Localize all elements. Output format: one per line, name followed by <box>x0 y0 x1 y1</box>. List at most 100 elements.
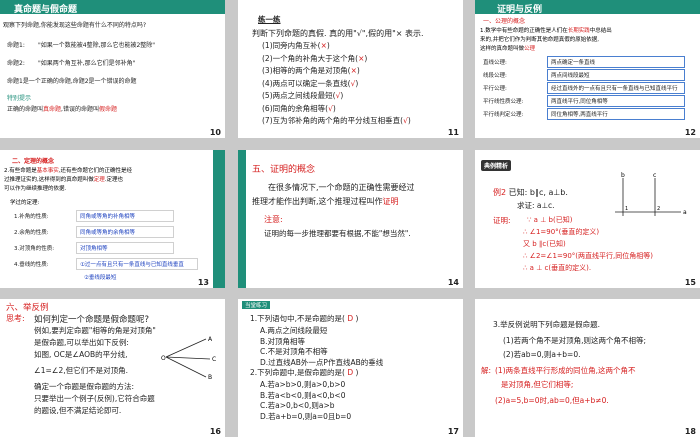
perpendicular-2: ②垂线段最短 <box>84 275 117 281</box>
slide-16[interactable]: 六、举反例 思考: 如何判定一个命题是假命题呢? 例如,要判定命题"相等的角是对… <box>0 299 225 437</box>
page-number: 16 <box>209 427 221 436</box>
question: 判断下列命题的真假. 真的用"√",假的用"× 表示. <box>252 29 424 38</box>
proof-label: 证明: <box>493 216 511 225</box>
axiom-name: 直线公理: <box>483 60 507 66</box>
practice-tag: 练一练 <box>258 15 281 24</box>
slide-15[interactable]: 典例精析 例2 已知: b∥c, a⊥b. 求证: a⊥c. 证明: ∵ a ⊥… <box>475 150 700 288</box>
answer-label: 解: <box>481 366 492 375</box>
option: D.若a+b=0,则a=0且b=0 <box>260 411 352 421</box>
definition-line-1: 1.数学中有些命题的正确性是人们在长期实践中总结出 <box>480 28 612 34</box>
text-line-5: ∠1=∠2,但它们不是对顶角. <box>34 366 129 375</box>
text-line-8: 的题设,但不满足结论即可. <box>34 406 122 415</box>
question-3-part-2: (2)若ab=0,则a+b=0. <box>503 350 581 359</box>
note-label: 注意: <box>264 215 283 224</box>
label-a: a <box>683 209 687 216</box>
theorem-name: 3.对顶角的性质: <box>14 246 55 252</box>
slide-11[interactable]: 练一练 判断下列命题的真假. 真的用"√",假的用"× 表示. (1)同旁内角互… <box>238 0 463 138</box>
judge-item: (4)两点可以确定一条直线(√) <box>262 78 359 88</box>
proof-step-2: ∴ ∠1=90°(垂直的定义) <box>523 228 600 236</box>
subtitle: 一、公理的概念 <box>483 18 526 25</box>
text-line-3: 是假命题,可以举出如下反例: <box>34 338 129 347</box>
proof-step-5: ∴ a ⊥ c(垂直的定义). <box>523 264 592 272</box>
judge-item: (3)相等的两个角是对顶角(×) <box>262 66 360 75</box>
proposition-2-label: 命题2: <box>7 60 25 67</box>
theorem-name: 2.余角的性质: <box>14 230 49 236</box>
slide-title: 六、举反例 <box>6 303 49 313</box>
theorem-name: 4.垂线的性质: <box>14 262 49 268</box>
think-label: 思考: <box>6 314 25 323</box>
option: B.对顶角相等 <box>260 336 306 346</box>
example-badge: 典例精析 <box>481 160 512 171</box>
answer-2: (2)a=5,b=0时,ab=0,但a+b≠0. <box>495 396 609 405</box>
slide-10[interactable]: 真命题与假命题 观察下列命题,你能发现这些命题有什么不同的特点吗? 命题1: "… <box>0 0 225 138</box>
proof-step-1: ∵ a ⊥ b(已知) <box>527 216 573 224</box>
answer-1: (1)两条直线平行形成的同位角,这两个角不 <box>495 366 636 375</box>
proposition-1-label: 命题1: <box>7 42 25 49</box>
page-number: 17 <box>447 427 459 436</box>
note-text: 证明的每一步推理都要有根据,不能"想当然". <box>264 229 411 238</box>
theorem-text: 对顶角相等 <box>80 246 108 252</box>
question-1: 1.下列语句中,不是命题的是( D ) <box>250 314 359 323</box>
judge-item: (6)同角的余角相等(√) <box>262 103 336 113</box>
page-number: 18 <box>684 427 696 436</box>
judge-item: (2)一个角的补角大于这个角(×) <box>262 53 368 63</box>
example-title: 例2 已知: b∥c, a⊥b. <box>493 188 568 197</box>
page-number: 14 <box>447 278 459 287</box>
definition-line-3: 这样的真命题叫做公理 <box>480 46 536 52</box>
text-line-2: 推理才能作出判断,这个推理过程叫作证明 <box>252 197 399 206</box>
judge-item: (7)互为邻补角的两个角的平分线互相垂直(√) <box>262 116 411 125</box>
text-line-2: 例如,要判定命题"相等的角是对顶角" <box>34 326 156 335</box>
option: C.不是对顶角不相等 <box>260 347 328 356</box>
label-b: b <box>621 172 625 179</box>
definition-line-2: 来的,并把它们作为判断其他命题真假的原始依据, <box>480 37 599 43</box>
question-3-part-1: (1)若两个角不是对顶角,则这两个角不相等; <box>503 336 647 345</box>
text-line-6: 确定一个命题是假命题的方法: <box>34 382 135 391</box>
question: 观察下列命题,你能发现这些命题有什么不同的特点吗? <box>3 22 147 29</box>
slide-17[interactable]: 当堂练习 1.下列语句中,不是命题的是( D ) A.两点之间线段最短 B.对顶角… <box>238 299 463 437</box>
tip-label: 特别提示 <box>7 95 32 102</box>
label-1: 1 <box>625 206 628 212</box>
proposition-2: "如果两个角互补,那么它们是邻补角" <box>38 60 136 67</box>
slide-title: 证明与反例 <box>497 5 543 15</box>
label-o: O <box>161 355 166 362</box>
slide-title: 真命题与假命题 <box>14 5 78 15</box>
axiom-text: 同位角相等,两直线平行 <box>551 112 608 118</box>
text-line-4: 学过的定理: <box>10 200 40 206</box>
text-line-3: 可以作为继续推理的依据. <box>4 186 67 192</box>
text-line-1: 2.有些命题是基本事实,还有些命题它们的正确性是经 <box>4 168 133 174</box>
text-line-1: 如何判定一个命题是假命题呢? <box>34 315 150 325</box>
axiom-text: 经过直线外的一点有且只有一条直线与已知直线平行 <box>551 86 678 92</box>
definition: 正确的命题叫真命题,错误的命题叫假命题 <box>7 106 117 113</box>
option: A.若a>b>0,则a>0,b>0 <box>260 380 346 389</box>
slide-13[interactable]: 二、定理的概念 2.有些命题是基本事实,还有些命题它们的正确性是经 过推理证实的… <box>0 150 225 288</box>
theorem-text: 同角或等角的余角相等 <box>80 230 136 236</box>
option: B.若a<b<0,则a<0,b<0 <box>260 390 346 400</box>
practice-tag: 当堂练习 <box>242 301 271 309</box>
page-number: 12 <box>684 128 696 137</box>
slide-title: 二、定理的概念 <box>12 158 55 165</box>
axiom-text: 两直线平行,同位角相等 <box>551 99 608 105</box>
side-strip <box>238 150 246 288</box>
label-2: 2 <box>657 206 660 212</box>
theorem-name: 1.补角的性质: <box>14 214 49 220</box>
label-b: B <box>208 374 212 381</box>
theorem-text: 同角或等角的补角相等 <box>80 214 136 220</box>
axiom-text: 两点间线段最短 <box>551 73 590 79</box>
slide-18[interactable]: 3.举反例说明下列命题是假命题. (1)若两个角不是对顶角,则这两个角不相等; … <box>475 299 700 437</box>
axiom-name: 平行线判定公理: <box>483 112 524 118</box>
angle-bisector-figure: O A C B <box>161 336 216 381</box>
page-number: 15 <box>684 278 696 287</box>
slide-12[interactable]: 证明与反例 一、公理的概念 1.数学中有些命题的正确性是人们在长期实践中总结出 … <box>475 0 700 138</box>
axiom-name: 平行线性质公理: <box>483 99 524 105</box>
parallel-lines-figure: 1 2 b c a <box>615 172 687 216</box>
text-line-1: 在很多情况下,一个命题的正确性需要经过 <box>268 183 415 192</box>
judge-item: (5)两点之间线段最短(√) <box>262 91 344 100</box>
label-c: C <box>212 356 216 363</box>
text-line-7: 只要举出一个例子(反例),它符合命题 <box>34 394 155 403</box>
prove-goal: 求证: a⊥c. <box>517 201 555 210</box>
slide-14[interactable]: 五、证明的概念 在很多情况下,一个命题的正确性需要经过 推理才能作出判断,这个推… <box>238 150 463 288</box>
option: C.若a>0,b<0,则a>b <box>260 401 335 410</box>
conclusion: 命题1是一个正确的命题,命题2是一个错误的命题 <box>7 78 137 85</box>
theorem-text: ①过一点有且只有一条直线与已知直线垂直 <box>80 262 184 268</box>
text-line-2: 过推理证实的,这样得到的真命题叫做定理.定理也 <box>4 177 124 183</box>
